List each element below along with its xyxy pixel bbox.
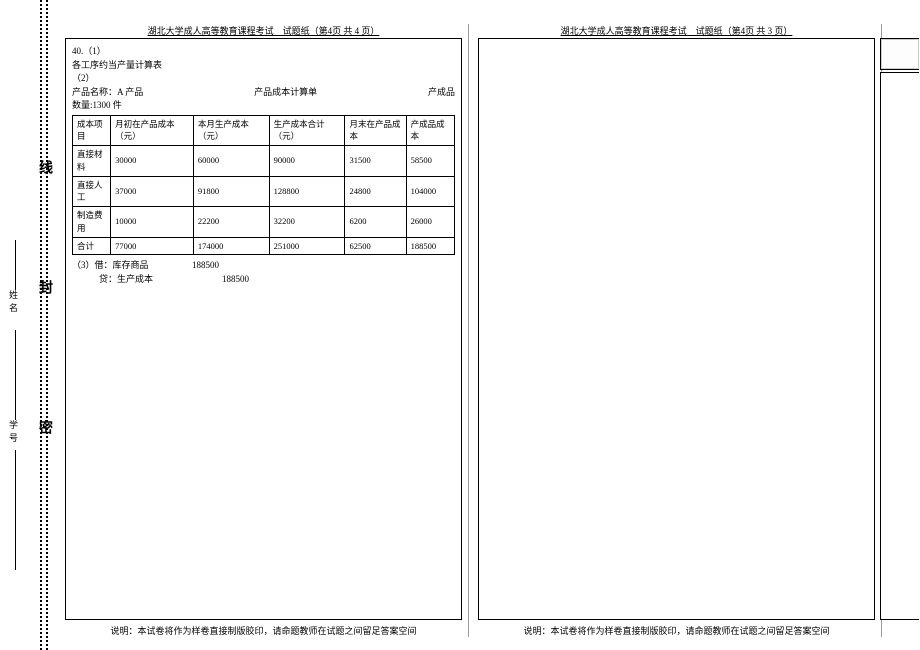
table-row: 制造费用 10000 22200 32200 6200 26000 [73, 207, 455, 238]
cell: 37000 [111, 176, 194, 207]
cell: 30000 [111, 146, 194, 177]
table-row: 直接材料 30000 60000 90000 31500 58500 [73, 146, 455, 177]
page-header-text: 湖北大学成人高等教育课程考试 试题纸（第4页 共 3 页） [561, 26, 793, 36]
cell: 10000 [111, 207, 194, 238]
cell: 58500 [406, 146, 454, 177]
gutter-label-mi: 密 [37, 420, 51, 434]
cell: 90000 [269, 146, 345, 177]
gutter-label-name: 姓名 [8, 290, 17, 316]
sheet-title: 产品成本计算单 [254, 86, 317, 100]
fragment-box [880, 72, 919, 620]
exam-page-right: 湖北大学成人高等教育课程考试 试题纸（第4页 共 3 页） 说明：本试卷将作为样… [478, 38, 875, 620]
question-subpart: （2） [72, 72, 455, 86]
col-header: 生产成本合计（元） [269, 115, 345, 146]
gutter-label-feng: 封 [37, 280, 51, 294]
question-line: 各工序约当产量计算表 [72, 59, 455, 73]
cell: 6200 [345, 207, 406, 238]
gutter-label-id: 学号 [8, 420, 17, 446]
exam-page-left: 湖北大学成人高等教育课程考试 试题纸（第4页 共 4 页） 40.（1） 各工序… [65, 38, 462, 620]
cell: 22200 [193, 207, 269, 238]
col-header: 成本项目 [73, 115, 111, 146]
table-header-row: 成本项目 月初在产品成本（元） 本月生产成本（元） 生产成本合计（元） 月末在产… [73, 115, 455, 146]
cell: 251000 [269, 237, 345, 255]
fragment-box [880, 38, 919, 70]
cell: 合计 [73, 237, 111, 255]
next-sheet-fragment [880, 38, 920, 620]
entry-debit: （3）借：库存商品 [72, 259, 192, 273]
entry-amount: 188500 [222, 273, 302, 287]
entry-credit: 贷：生产成本 [72, 273, 222, 287]
page-divider [468, 24, 469, 637]
col-header: 月初在产品成本（元） [111, 115, 194, 146]
question-number: 40.（1） [72, 45, 455, 59]
product-kind: 产成品 [428, 86, 455, 100]
binding-gutter: 线 封 密 姓名 学号 [0, 0, 60, 650]
gutter-fill-line [15, 450, 16, 570]
table-body: 直接材料 30000 60000 90000 31500 58500 直接人工 … [73, 146, 455, 255]
cell: 26000 [406, 207, 454, 238]
cell: 60000 [193, 146, 269, 177]
page-footer-left: 说明：本试卷将作为样卷直接制版胶印，请命题教师在试题之间留足答案空间 [66, 624, 461, 637]
cell: 91800 [193, 176, 269, 207]
gutter-fill-line [15, 330, 16, 420]
table-row: 直接人工 37000 91800 128800 24800 104000 [73, 176, 455, 207]
cell: 直接人工 [73, 176, 111, 207]
gutter-fill-line [15, 240, 16, 290]
cell: 188500 [406, 237, 454, 255]
cell: 174000 [193, 237, 269, 255]
cost-table: 成本项目 月初在产品成本（元） 本月生产成本（元） 生产成本合计（元） 月末在产… [72, 115, 455, 256]
cell: 104000 [406, 176, 454, 207]
entry-amount: 188500 [192, 259, 272, 273]
cell: 制造费用 [73, 207, 111, 238]
cell: 24800 [345, 176, 406, 207]
page-header-right: 湖北大学成人高等教育课程考试 试题纸（第4页 共 3 页） [479, 24, 874, 37]
journal-entry: （3）借：库存商品 188500 贷：生产成本 188500 [72, 259, 455, 286]
col-header: 产成品成本 [406, 115, 454, 146]
quantity-line: 数量:1300 件 [72, 99, 455, 113]
page-header-left: 湖北大学成人高等教育课程考试 试题纸（第4页 共 4 页） [66, 24, 461, 37]
cell: 62500 [345, 237, 406, 255]
cell: 31500 [345, 146, 406, 177]
col-header: 本月生产成本（元） [193, 115, 269, 146]
cell: 77000 [111, 237, 194, 255]
cell: 32200 [269, 207, 345, 238]
dotted-rule-2 [46, 0, 52, 650]
page-header-text: 湖北大学成人高等教育课程考试 试题纸（第4页 共 4 页） [148, 26, 380, 36]
page-footer-right: 说明：本试卷将作为样卷直接制版胶印，请命题教师在试题之间留足答案空间 [479, 624, 874, 637]
sheet-meta-row: 产品名称：A 产品 产品成本计算单 产成品 [72, 86, 455, 100]
cell: 直接材料 [73, 146, 111, 177]
page-content: 40.（1） 各工序约当产量计算表 （2） 产品名称：A 产品 产品成本计算单 … [66, 39, 461, 292]
table-row-total: 合计 77000 174000 251000 62500 188500 [73, 237, 455, 255]
gutter-label-xian: 线 [37, 160, 51, 174]
col-header: 月末在产品成本 [345, 115, 406, 146]
cell: 128800 [269, 176, 345, 207]
product-name: 产品名称：A 产品 [72, 86, 143, 100]
